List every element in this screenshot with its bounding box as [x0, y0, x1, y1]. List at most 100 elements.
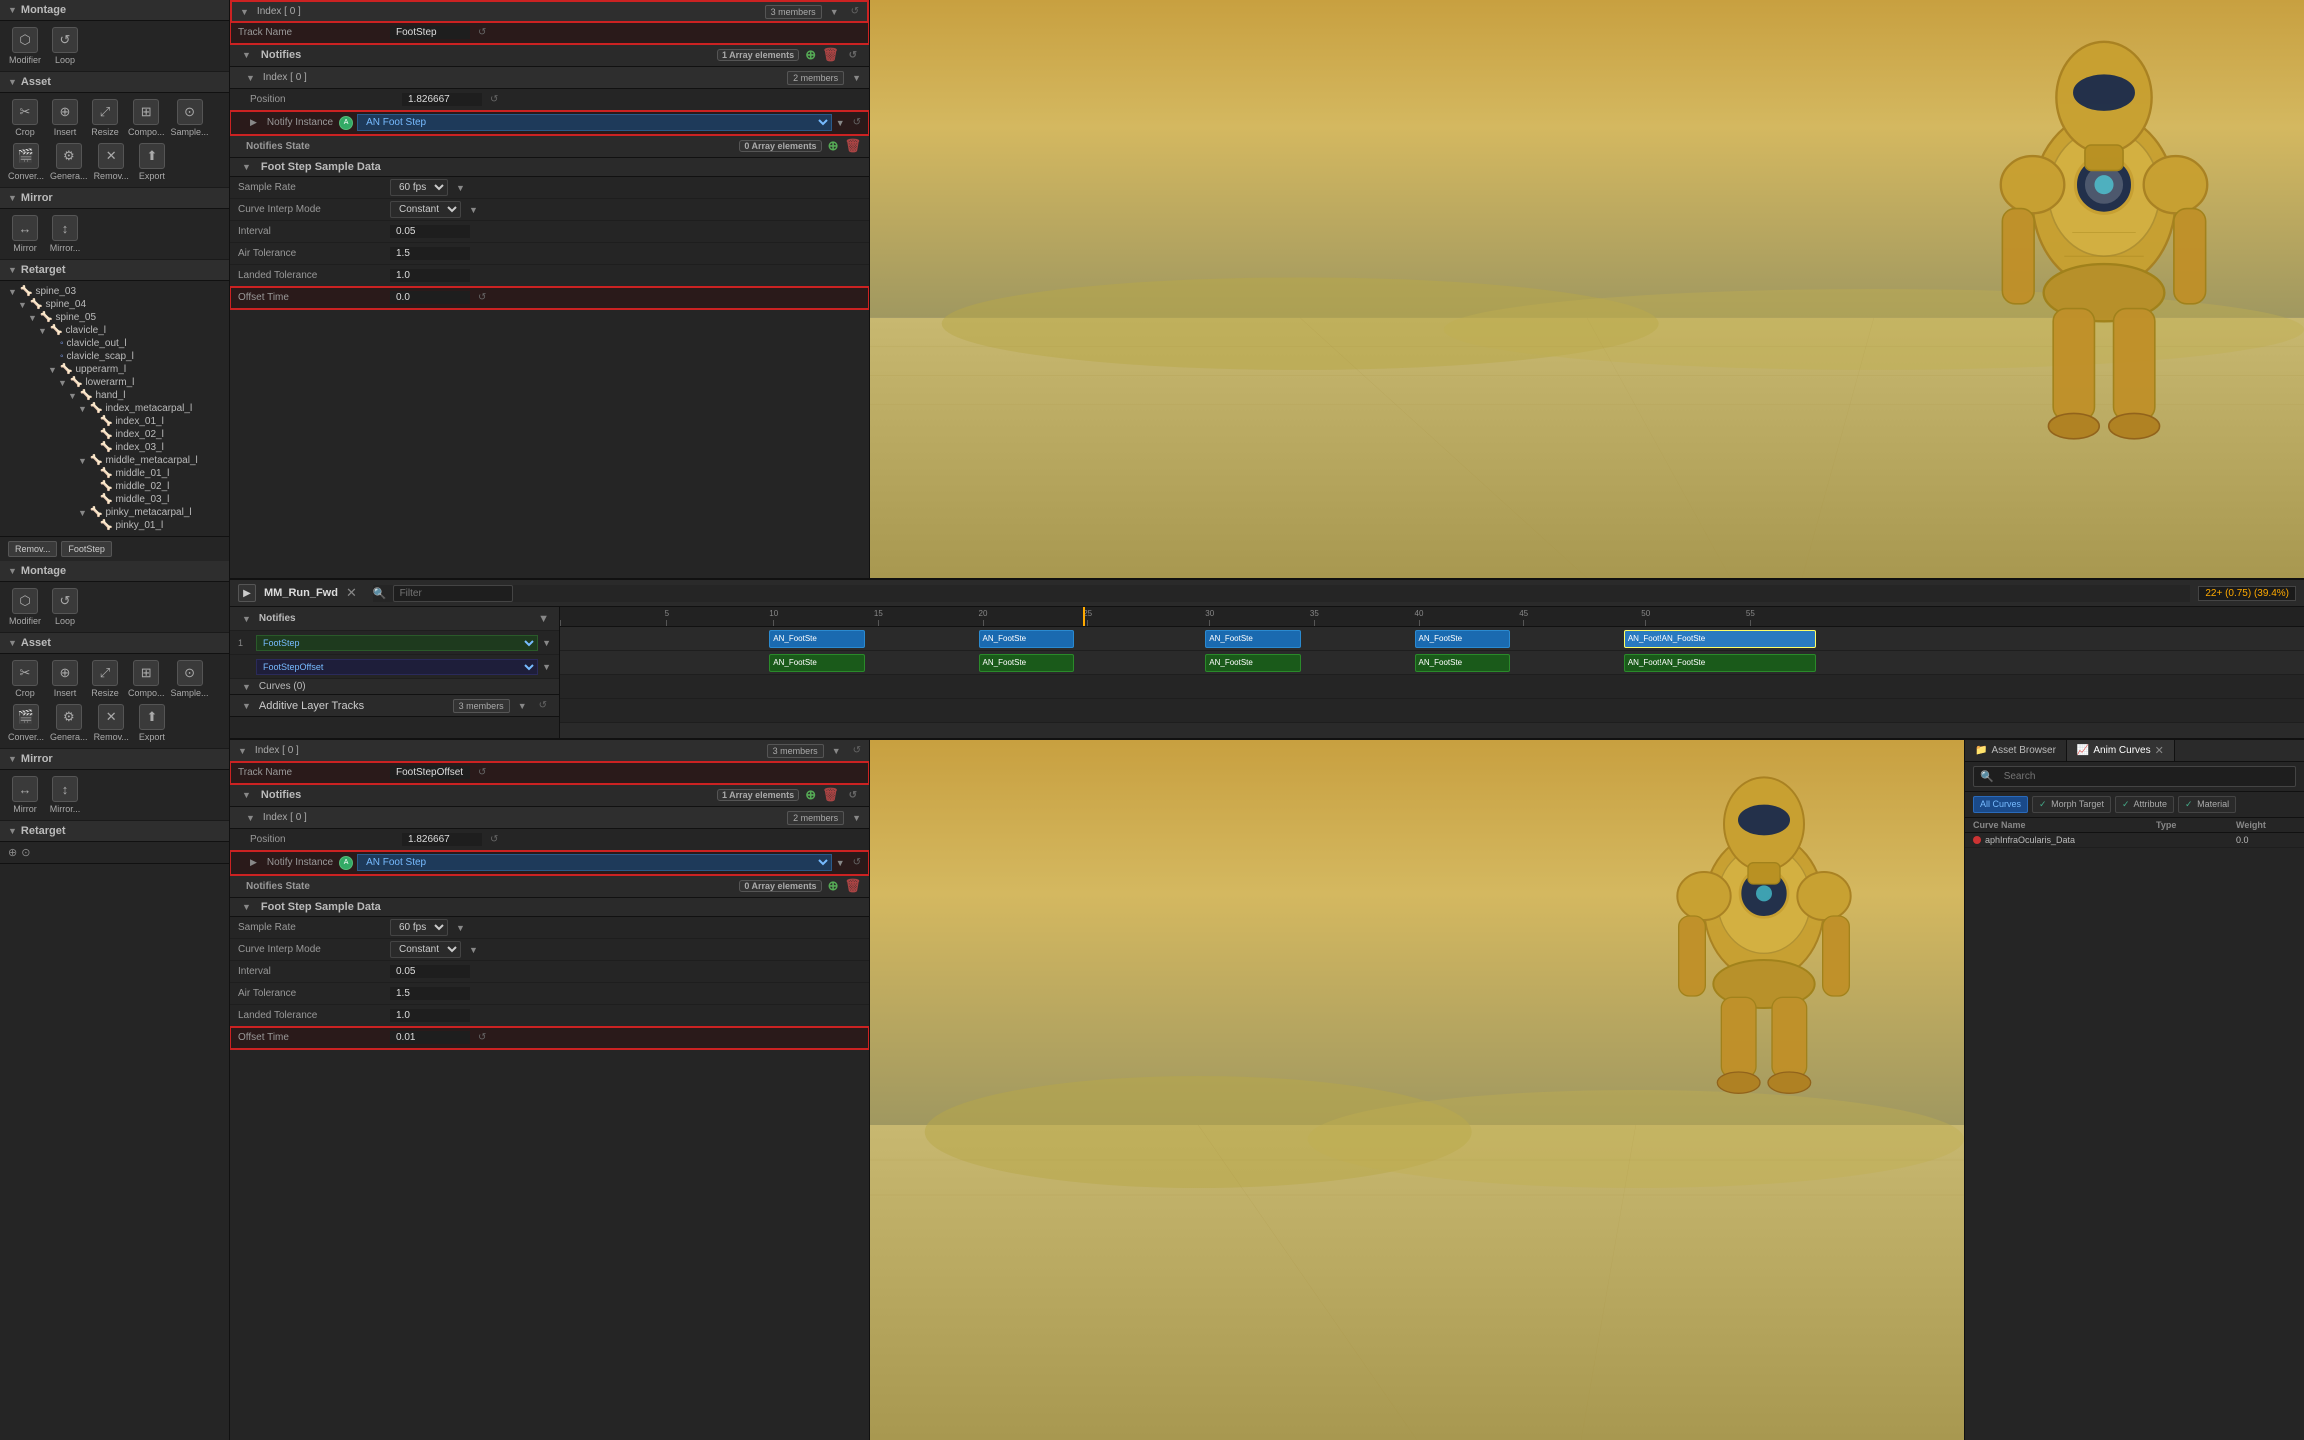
bottom-notifies-state-add[interactable]: ⊕: [828, 878, 839, 894]
crop-btn[interactable]: ✂ Crop: [8, 99, 42, 137]
timeline-filter-input[interactable]: [393, 585, 513, 602]
clip-footstepoffset-2[interactable]: AN_FootSte: [979, 654, 1075, 672]
anim-curves-close[interactable]: ✕: [2155, 744, 2164, 757]
bottom-offset-time-reset[interactable]: ↺: [474, 1032, 490, 1043]
bottom-reset-btn[interactable]: ↺: [849, 745, 865, 756]
mirror4-btn[interactable]: ↕ Mirror...: [48, 776, 82, 814]
clip-footstepoffset-5[interactable]: AN_Foot!AN_FootSte: [1624, 654, 1816, 672]
clip-footstep-1[interactable]: AN_FootSte: [769, 630, 865, 648]
tab-asset-browser[interactable]: 📁 Asset Browser: [1965, 740, 2067, 761]
modifier-btn[interactable]: ⬡ Modifier: [8, 27, 42, 65]
top-notifies-header[interactable]: ▼ Notifies 1 Array elements ⊕ 🗑 ↺: [230, 44, 869, 67]
tree-item-middle-metacarpal-l[interactable]: ▼🦴middle_metacarpal_l: [0, 454, 229, 467]
bottom-notifies-reset[interactable]: ↺: [845, 790, 861, 801]
footstepoffset-track-select[interactable]: FootStepOffset: [256, 659, 538, 675]
tree-item-clavicle-out-l[interactable]: ◦clavicle_out_l: [0, 337, 229, 350]
asset2-section[interactable]: ▼ Asset: [0, 633, 229, 654]
montage-section[interactable]: ▼ Montage: [0, 0, 229, 21]
convert-btn[interactable]: 🎬 Conver...: [8, 143, 44, 181]
footstep-track-select[interactable]: FootStep: [256, 635, 538, 651]
tree-item-middle03l[interactable]: 🦴middle_03_l: [0, 493, 229, 506]
clip-footstep-3[interactable]: AN_FootSte: [1205, 630, 1301, 648]
bottom-foot-step-section[interactable]: ▼ Foot Step Sample Data: [230, 898, 869, 917]
tree-item-index02l[interactable]: 🦴index_02_l: [0, 428, 229, 441]
top-notify-instance-select[interactable]: AN Foot Step: [357, 114, 832, 131]
top-reset-btn[interactable]: ↺: [847, 6, 863, 17]
tree-item-pinky-metacarpal-l[interactable]: ▼🦴pinky_metacarpal_l: [0, 506, 229, 519]
tree-item-hand-l[interactable]: ▼🦴hand_l: [0, 389, 229, 402]
top-notify-instance-reset[interactable]: ↺: [849, 117, 865, 128]
modifier2-btn[interactable]: ⬡ Modifier: [8, 588, 42, 626]
crop2-btn[interactable]: ✂ Crop: [8, 660, 42, 698]
top-position-reset[interactable]: ↺: [486, 94, 502, 105]
remov-button[interactable]: Remov...: [8, 541, 57, 557]
top-notifies-state-add[interactable]: ⊕: [828, 138, 839, 154]
tree-item-upperarm-l[interactable]: ▼🦴upperarm_l: [0, 363, 229, 376]
mirror-btn[interactable]: ↔ Mirror: [8, 215, 42, 253]
mirror2-btn[interactable]: ↕ Mirror...: [48, 215, 82, 253]
clip-footstepoffset-1[interactable]: AN_FootSte: [769, 654, 865, 672]
bottom-curve-interp-select[interactable]: Constant: [390, 941, 461, 958]
tree-item-middle01l[interactable]: 🦴middle_01_l: [0, 467, 229, 480]
bottom-notifies-header[interactable]: ▼ Notifies 1 Array elements ⊕ 🗑 ↺: [230, 784, 869, 807]
top-offset-time-reset[interactable]: ↺: [474, 292, 490, 303]
tree-item-index01l[interactable]: 🦴index_01_l: [0, 415, 229, 428]
retarget-section[interactable]: ▼ Retarget: [0, 260, 229, 281]
timeline-close-btn[interactable]: ✕: [346, 585, 357, 601]
insert-btn[interactable]: ⊕ Insert: [48, 99, 82, 137]
footstep-dropdown[interactable]: ▼: [542, 638, 551, 648]
resize-btn[interactable]: ⤢ Resize: [88, 99, 122, 137]
clip-footstepoffset-4[interactable]: AN_FootSte: [1415, 654, 1511, 672]
tree-item-lowerarm-l[interactable]: ▼🦴lowerarm_l: [0, 376, 229, 389]
additive-layer-reset[interactable]: ↺: [535, 700, 551, 711]
loop-btn[interactable]: ↺ Loop: [48, 27, 82, 65]
top-track-name-reset[interactable]: ↺: [474, 27, 490, 38]
tree-item-spine03[interactable]: ▼🦴spine_03: [0, 285, 229, 298]
curve-row-1[interactable]: aphInfraOcularis_Data 0.0: [1965, 833, 2304, 848]
insert2-btn[interactable]: ⊕ Insert: [48, 660, 82, 698]
tree-item-pinky01l[interactable]: 🦴pinky_01_l: [0, 519, 229, 532]
filter-attribute[interactable]: ✓ Attribute: [2115, 796, 2174, 813]
tree-item-middle02l[interactable]: 🦴middle_02_l: [0, 480, 229, 493]
top-notifies-state-header[interactable]: Notifies State 0 Array elements ⊕ 🗑: [230, 135, 869, 158]
top-notifies-reset[interactable]: ↺: [845, 50, 861, 61]
bottom-notifies-add[interactable]: ⊕: [805, 787, 816, 803]
tab-anim-curves[interactable]: 📈 Anim Curves ✕: [2067, 740, 2175, 761]
asset-section[interactable]: ▼ Asset: [0, 72, 229, 93]
export2-btn[interactable]: ⬆ Export: [135, 704, 169, 742]
bottom-notifies-state-header[interactable]: Notifies State 0 Array elements ⊕ 🗑: [230, 875, 869, 898]
bottom-track-name-reset[interactable]: ↺: [474, 767, 490, 778]
tree-item-clavicle-l[interactable]: ▼🦴clavicle_l: [0, 324, 229, 337]
top-notifies-del[interactable]: 🗑: [822, 47, 839, 63]
clip-footstepoffset-3[interactable]: AN_FootSte: [1205, 654, 1301, 672]
generate-btn[interactable]: ⚙ Genera...: [50, 143, 88, 181]
loop2-btn[interactable]: ↺ Loop: [48, 588, 82, 626]
filter-morph-target[interactable]: ✓ Morph Target: [2032, 796, 2111, 813]
top-sample-rate-select[interactable]: 60 fps: [390, 179, 448, 196]
clip-footstep-5[interactable]: AN_Foot!AN_FootSte: [1624, 630, 1816, 648]
mirror2-section[interactable]: ▼ Mirror: [0, 749, 229, 770]
resize2-btn[interactable]: ⤢ Resize: [88, 660, 122, 698]
bottom-notifies-del[interactable]: 🗑: [822, 787, 839, 803]
tree-item-spine04[interactable]: ▼🦴spine_04: [0, 298, 229, 311]
mirror3-btn[interactable]: ↔ Mirror: [8, 776, 42, 814]
filter-material[interactable]: ✓ Material: [2178, 796, 2236, 813]
tree-item-index03l[interactable]: 🦴index_03_l: [0, 441, 229, 454]
mirror-section[interactable]: ▼ Mirror: [0, 188, 229, 209]
remove2-btn[interactable]: ✕ Remov...: [94, 704, 129, 742]
bottom-notify-instance-reset[interactable]: ↺: [849, 857, 865, 868]
tree-item-index-metacarpal-l[interactable]: ▼🦴index_metacarpal_l: [0, 402, 229, 415]
top-curve-interp-select[interactable]: Constant: [390, 201, 461, 218]
footstep-button[interactable]: FootStep: [61, 541, 112, 557]
notifies-options-btn[interactable]: ▼: [536, 613, 551, 625]
compo2-btn[interactable]: ⊞ Compo...: [128, 660, 165, 698]
retarget2-section[interactable]: ▼ Retarget: [0, 821, 229, 842]
clip-footstep-2[interactable]: AN_FootSte: [979, 630, 1075, 648]
playhead[interactable]: [1083, 607, 1085, 626]
bottom-notify-instance-select[interactable]: AN Foot Step: [357, 854, 832, 871]
bottom-sample-rate-select[interactable]: 60 fps: [390, 919, 448, 936]
sample-btn[interactable]: ⊙ Sample...: [171, 99, 209, 137]
remove-btn[interactable]: ✕ Remov...: [94, 143, 129, 181]
tree-item-spine05[interactable]: ▼🦴spine_05: [0, 311, 229, 324]
bottom-notifies-state-del[interactable]: 🗑: [844, 878, 861, 894]
